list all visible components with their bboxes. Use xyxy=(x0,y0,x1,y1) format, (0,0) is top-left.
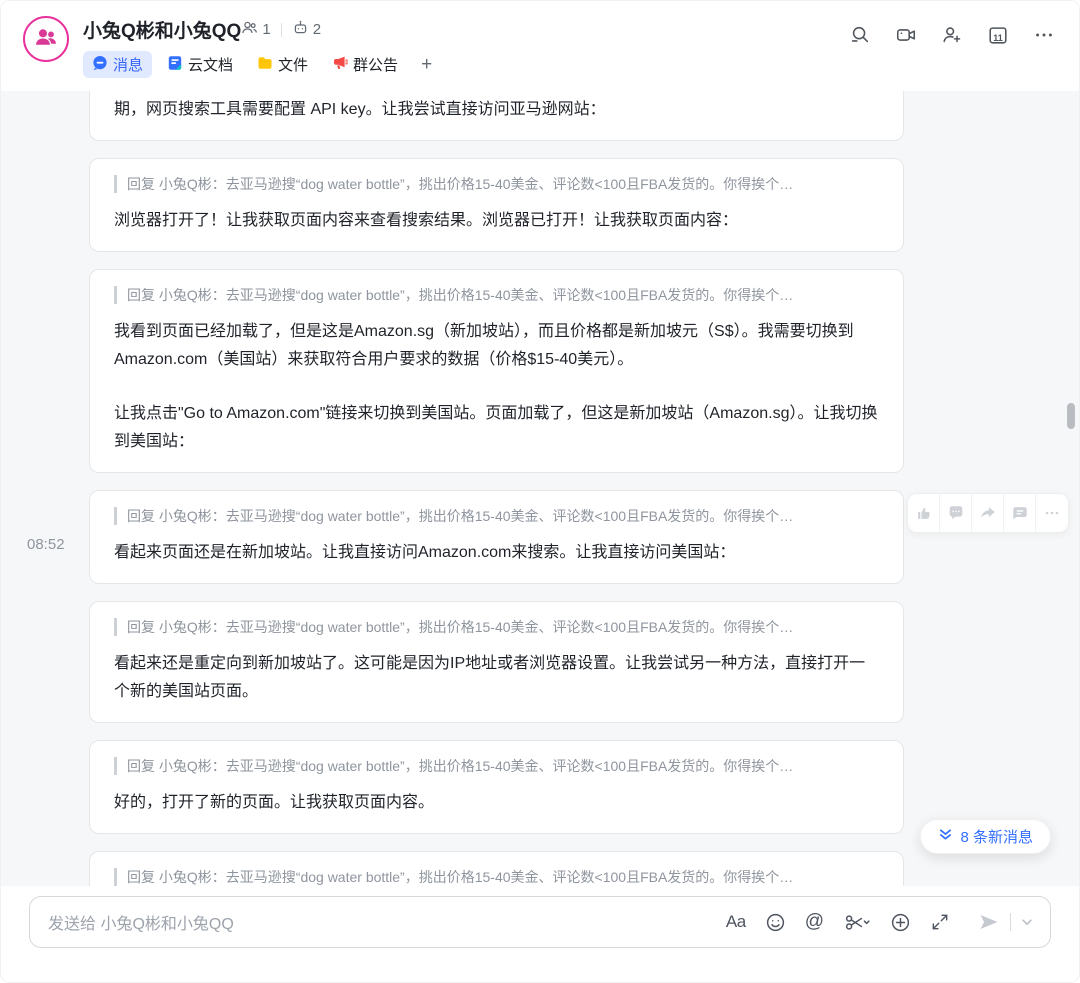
chat-window: 小兔Q彬和小兔QQ 1 2 消息 云文档 文件 群公告 + 11 期，网页搜索工… xyxy=(0,0,1080,983)
more-actions-icon[interactable] xyxy=(1036,494,1068,532)
message-text: 看起来页面还是在新加坡站。让我直接访问Amazon.com来搜索。让我直接访问美… xyxy=(114,544,736,561)
add-attachment-icon[interactable] xyxy=(890,912,911,933)
tab-files[interactable]: 文件 xyxy=(248,51,317,78)
add-tab-button[interactable]: + xyxy=(413,54,440,76)
message-text: 好的，打开了新的页面。让我获取页面内容。 xyxy=(114,794,435,811)
message-list[interactable]: 期，网页搜索工具需要配置 API key。让我尝试直接访问亚马逊网站： 回复 小… xyxy=(1,91,1079,886)
text-format-icon[interactable]: Aa xyxy=(726,912,746,932)
group-people-icon xyxy=(33,24,59,55)
cloud-doc-icon xyxy=(167,55,183,75)
tab-docs-label: 云文档 xyxy=(188,57,234,74)
double-chevron-down-icon xyxy=(938,827,953,846)
composer-toolbar: Aa @ xyxy=(726,910,1034,934)
more-icon[interactable] xyxy=(1033,24,1055,46)
message-card: 回复 小兔Q彬：去亚马逊搜“dog water bottle”，挑出价格15-4… xyxy=(89,269,904,473)
reply-quote[interactable]: 回复 小兔Q彬：去亚马逊搜“dog water bottle”，挑出价格15-4… xyxy=(114,175,879,193)
megaphone-icon xyxy=(332,55,348,75)
message-card: 期，网页搜索工具需要配置 API key。让我尝试直接访问亚马逊网站： xyxy=(89,91,904,141)
message-card: 回复 小兔Q彬：去亚马逊搜“dog water bottle”，挑出价格15-4… xyxy=(89,740,904,834)
message-card: 回复 小兔Q彬：去亚马逊搜“dog water bottle”，挑出价格15-4… xyxy=(89,851,904,886)
message-timestamp: 08:52 xyxy=(27,536,65,553)
tab-docs[interactable]: 云文档 xyxy=(158,51,242,78)
send-divider xyxy=(1010,913,1011,931)
add-member-icon[interactable] xyxy=(941,24,963,46)
reply-quote[interactable]: 回复 小兔Q彬：去亚马逊搜“dog water bottle”，挑出价格15-4… xyxy=(114,618,879,636)
emoji-icon[interactable] xyxy=(765,912,786,933)
message-bubble-icon xyxy=(92,55,108,75)
message-card: 回复 小兔Q彬：去亚马逊搜“dog water bottle”，挑出价格15-4… xyxy=(89,490,904,584)
members-icon xyxy=(241,19,258,40)
thumbs-up-icon[interactable] xyxy=(908,494,940,532)
message-text: 期，网页搜索工具需要配置 API key。让我尝试直接访问亚马逊网站： xyxy=(114,101,606,118)
new-messages-button[interactable]: 8 条新消息 xyxy=(920,819,1051,854)
reply-quote[interactable]: 回复 小兔Q彬：去亚马逊搜“dog water bottle”，挑出价格15-4… xyxy=(114,757,879,775)
reply-quote[interactable]: 回复 小兔Q彬：去亚马逊搜“dog water bottle”，挑出价格15-4… xyxy=(114,507,879,525)
send-group xyxy=(977,910,1034,934)
message-input-box[interactable]: 发送给 小兔Q彬和小兔QQ Aa @ xyxy=(29,896,1051,948)
message-card: 回复 小兔Q彬：去亚马逊搜“dog water bottle”，挑出价格15-4… xyxy=(89,601,904,723)
send-icon[interactable] xyxy=(977,910,1001,934)
group-avatar[interactable] xyxy=(23,16,69,62)
screenshot-scissors-icon[interactable] xyxy=(843,912,871,933)
tab-announcement[interactable]: 群公告 xyxy=(323,51,407,78)
tab-messages[interactable]: 消息 xyxy=(83,51,153,78)
badge-divider xyxy=(280,22,282,37)
member-count: 1 xyxy=(262,21,271,38)
forward-icon[interactable] xyxy=(972,494,1004,532)
plus-icon: + xyxy=(421,53,433,75)
chat-title: 小兔Q彬和小兔QQ xyxy=(83,21,242,42)
calendar-day-number: 11 xyxy=(993,32,1003,43)
quote-reply-icon[interactable] xyxy=(1004,494,1036,532)
chat-header: 小兔Q彬和小兔QQ 1 2 消息 云文档 文件 群公告 + 11 xyxy=(1,1,1079,91)
reply-quote[interactable]: 回复 小兔Q彬：去亚马逊搜“dog water bottle”，挑出价格15-4… xyxy=(114,868,879,886)
member-count-badge[interactable]: 1 xyxy=(241,19,271,40)
message-hover-toolbar xyxy=(907,493,1069,533)
message-text: 让我点击"Go to Amazon.com"链接来切换到美国站。页面加载了，但这… xyxy=(114,405,878,450)
mention-icon[interactable]: @ xyxy=(805,911,824,933)
message-input-placeholder[interactable]: 发送给 小兔Q彬和小兔QQ xyxy=(48,910,726,934)
folder-icon xyxy=(257,55,273,75)
search-icon[interactable] xyxy=(849,24,871,46)
tab-bar: 消息 云文档 文件 群公告 + xyxy=(83,51,849,78)
expand-composer-icon[interactable] xyxy=(930,912,950,932)
comment-icon[interactable] xyxy=(940,494,972,532)
message-text: 看起来还是重定向到新加坡站了。这可能是因为IP地址或者浏览器设置。让我尝试另一种… xyxy=(114,655,866,700)
scrollbar-thumb[interactable] xyxy=(1067,403,1075,429)
bot-count-badge[interactable]: 2 xyxy=(292,19,321,40)
video-call-icon[interactable] xyxy=(895,24,917,46)
message-text: 我看到页面已经加载了，但是这是Amazon.sg（新加坡站），而且价格都是新加坡… xyxy=(114,323,854,368)
new-messages-label: 8 条新消息 xyxy=(960,829,1033,846)
title-row: 小兔Q彬和小兔QQ 1 2 xyxy=(83,16,849,43)
tab-announcement-label: 群公告 xyxy=(353,57,399,74)
tab-messages-label: 消息 xyxy=(113,57,144,74)
message-text: 浏览器打开了！让我获取页面内容来查看搜索结果。浏览器已打开！让我获取页面内容： xyxy=(114,212,739,229)
header-main: 小兔Q彬和小兔QQ 1 2 消息 云文档 文件 群公告 + xyxy=(83,16,849,78)
tab-files-label: 文件 xyxy=(278,57,309,74)
composer-bar: 发送给 小兔Q彬和小兔QQ Aa @ xyxy=(1,886,1079,982)
message-card: 回复 小兔Q彬：去亚马逊搜“dog water bottle”，挑出价格15-4… xyxy=(89,158,904,252)
bot-count: 2 xyxy=(312,21,322,38)
header-actions: 11 xyxy=(849,24,1055,46)
reply-quote[interactable]: 回复 小兔Q彬：去亚马逊搜“dog water bottle”，挑出价格15-4… xyxy=(114,286,879,304)
calendar-icon[interactable]: 11 xyxy=(987,24,1009,46)
send-options-chevron-icon[interactable] xyxy=(1020,915,1034,929)
robot-icon xyxy=(292,19,309,40)
